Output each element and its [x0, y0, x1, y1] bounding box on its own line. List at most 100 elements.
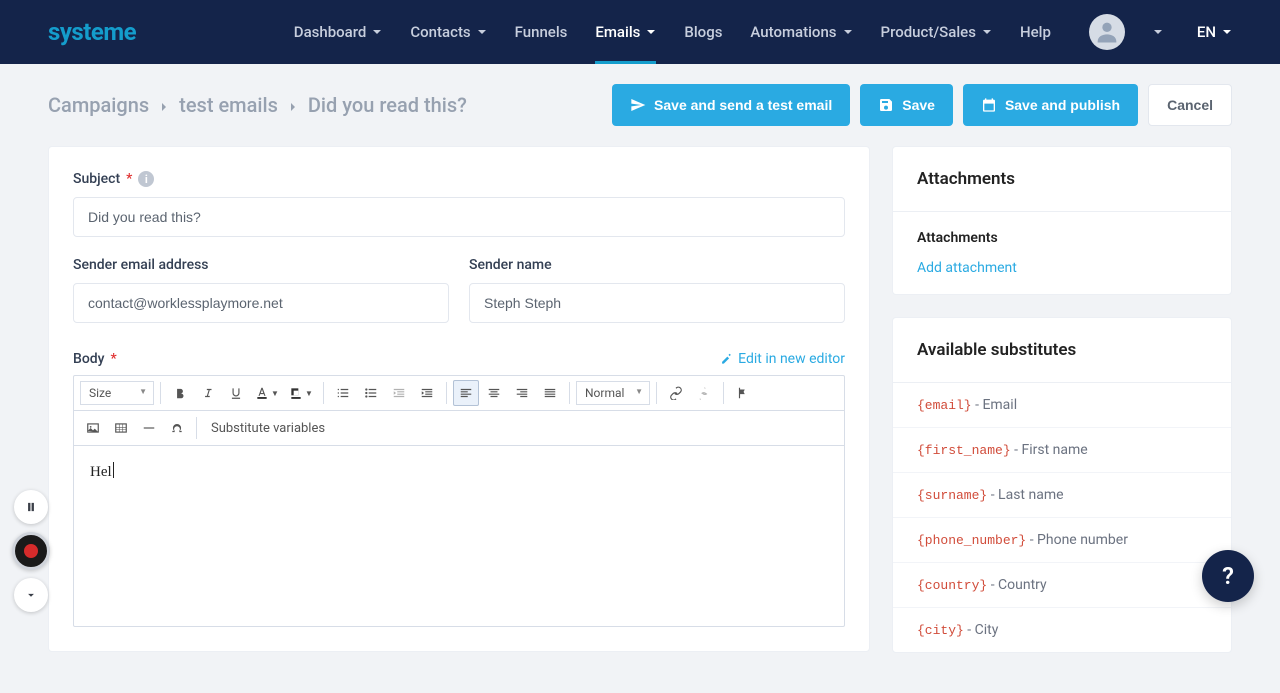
- nav-label: Product/Sales: [881, 23, 976, 41]
- sender-email-label: Sender email address: [73, 257, 449, 273]
- language-switch[interactable]: EN: [1197, 23, 1232, 41]
- unordered-list-button[interactable]: [358, 380, 384, 406]
- nav-contacts[interactable]: Contacts: [410, 0, 486, 64]
- editor-toolbar: Size ▼ ▼ Normal: [74, 376, 844, 411]
- chevron-down-icon: [982, 27, 992, 37]
- editor-toolbar-2: Substitute variables: [74, 411, 844, 446]
- substitute-item[interactable]: {first_name} - First name: [893, 427, 1231, 472]
- button-label: Cancel: [1167, 97, 1213, 113]
- substitute-variables-button[interactable]: Substitute variables: [203, 417, 333, 440]
- help-bubble[interactable]: ?: [1202, 550, 1254, 602]
- nav-help[interactable]: Help: [1020, 0, 1051, 64]
- separator: [569, 382, 570, 404]
- substitute-desc: City: [975, 622, 999, 638]
- bold-button[interactable]: [167, 380, 193, 406]
- bg-color-button[interactable]: ▼: [285, 380, 317, 406]
- text-color-button[interactable]: ▼: [251, 380, 283, 406]
- image-button[interactable]: [80, 415, 106, 441]
- chevron-right-icon: [159, 93, 169, 117]
- table-button[interactable]: [108, 415, 134, 441]
- align-center-button[interactable]: [481, 380, 507, 406]
- align-left-button[interactable]: [453, 380, 479, 406]
- substitute-desc: Last name: [998, 487, 1063, 503]
- breadcrumb-item[interactable]: Campaigns: [48, 93, 149, 117]
- substitutes-panel: Available substitutes {email} - Email{fi…: [892, 317, 1232, 653]
- indent-button[interactable]: [414, 380, 440, 406]
- nav-label: Automations: [750, 23, 836, 41]
- separator: [323, 382, 324, 404]
- nav-dashboard[interactable]: Dashboard: [294, 0, 383, 64]
- unlink-button[interactable]: [691, 380, 717, 406]
- breadcrumb-item[interactable]: test emails: [179, 93, 278, 117]
- nav-label: Blogs: [684, 23, 722, 41]
- attachments-subtitle: Attachments: [917, 230, 1207, 246]
- substitute-code: {city}: [917, 623, 964, 638]
- nav-blogs[interactable]: Blogs: [684, 0, 722, 64]
- substitute-item[interactable]: {city} - City: [893, 607, 1231, 652]
- button-label: Save: [902, 97, 935, 113]
- separator: [656, 382, 657, 404]
- nav-menu: Dashboard Contacts Funnels Emails Blogs …: [294, 0, 1232, 64]
- add-attachment-link[interactable]: Add attachment: [917, 260, 1207, 276]
- flag-button[interactable]: [730, 380, 756, 406]
- substitute-item[interactable]: {email} - Email: [893, 383, 1231, 427]
- info-icon[interactable]: i: [138, 171, 154, 187]
- nav-product-sales[interactable]: Product/Sales: [881, 0, 992, 64]
- nav-funnels[interactable]: Funnels: [515, 0, 568, 64]
- edit-new-editor-link[interactable]: Edit in new editor: [718, 351, 845, 367]
- action-buttons: Save and send a test email Save Save and…: [612, 84, 1232, 126]
- hr-button[interactable]: [136, 415, 162, 441]
- subject-input[interactable]: [73, 197, 845, 237]
- ordered-list-button[interactable]: [330, 380, 356, 406]
- link-label: Edit in new editor: [738, 351, 845, 367]
- substitute-item[interactable]: {surname} - Last name: [893, 472, 1231, 517]
- logo[interactable]: systeme: [48, 18, 136, 46]
- cancel-button[interactable]: Cancel: [1148, 84, 1232, 126]
- substitute-desc: Phone number: [1037, 532, 1128, 548]
- top-nav: systeme Dashboard Contacts Funnels Email…: [0, 0, 1280, 64]
- expand-down-button[interactable]: [14, 578, 48, 612]
- font-size-select[interactable]: Size: [80, 381, 154, 405]
- nav-emails[interactable]: Emails: [595, 0, 656, 64]
- substitute-code: {surname}: [917, 488, 987, 503]
- sender-name-input[interactable]: [469, 283, 845, 323]
- substitutes-list: {email} - Email{first_name} - First name…: [893, 383, 1231, 652]
- nav-label: Funnels: [515, 23, 568, 41]
- subject-label: Subject*i: [73, 171, 845, 187]
- rich-editor: Size ▼ ▼ Normal: [73, 375, 845, 627]
- underline-button[interactable]: [223, 380, 249, 406]
- editor-body[interactable]: Hel: [74, 446, 844, 626]
- align-right-button[interactable]: [509, 380, 535, 406]
- substitute-code: {phone_number}: [917, 533, 1026, 548]
- button-label: Save and publish: [1005, 97, 1120, 113]
- omega-button[interactable]: [164, 415, 190, 441]
- nav-label: Emails: [595, 23, 640, 41]
- save-send-test-button[interactable]: Save and send a test email: [612, 84, 850, 126]
- record-button[interactable]: [12, 532, 50, 570]
- breadcrumb: Campaigns test emails Did you read this?: [48, 93, 467, 117]
- link-button[interactable]: [663, 380, 689, 406]
- separator: [723, 382, 724, 404]
- sender-email-input[interactable]: [73, 283, 449, 323]
- chevron-down-icon: [843, 27, 853, 37]
- nav-automations[interactable]: Automations: [750, 0, 852, 64]
- chevron-down-icon: [1222, 27, 1232, 37]
- substitute-code: {first_name}: [917, 443, 1011, 458]
- lang-code: EN: [1197, 23, 1216, 41]
- substitute-code: {email}: [917, 398, 972, 413]
- save-button[interactable]: Save: [860, 84, 953, 126]
- outdent-button[interactable]: [386, 380, 412, 406]
- sender-name-label: Sender name: [469, 257, 845, 273]
- avatar[interactable]: [1089, 14, 1125, 50]
- italic-button[interactable]: [195, 380, 221, 406]
- substitutes-title: Available substitutes: [893, 318, 1231, 383]
- align-justify-button[interactable]: [537, 380, 563, 406]
- format-select[interactable]: Normal: [576, 381, 650, 405]
- substitute-item[interactable]: {phone_number} - Phone number: [893, 517, 1231, 562]
- separator: [160, 382, 161, 404]
- chevron-down-icon[interactable]: [1153, 27, 1163, 37]
- save-publish-button[interactable]: Save and publish: [963, 84, 1138, 126]
- pause-button[interactable]: [14, 490, 48, 524]
- separator: [196, 417, 197, 439]
- substitute-item[interactable]: {country} - Country: [893, 562, 1231, 607]
